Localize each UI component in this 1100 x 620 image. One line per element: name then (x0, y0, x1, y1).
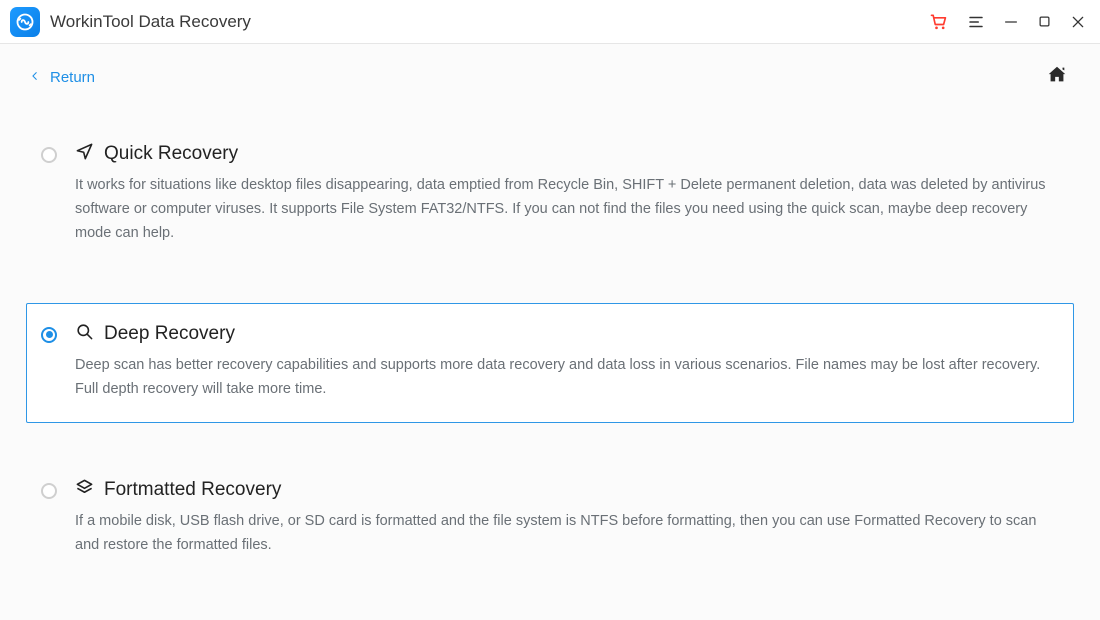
topnav: Return (26, 44, 1074, 113)
option-header: Quick Recovery (75, 142, 1053, 166)
return-label: Return (50, 69, 95, 86)
cart-icon[interactable] (929, 12, 949, 32)
app-title: WorkinTool Data Recovery (50, 12, 251, 32)
close-icon[interactable] (1070, 14, 1086, 30)
option-body: Quick Recovery It works for situations l… (75, 142, 1053, 246)
titlebar: WorkinTool Data Recovery (0, 0, 1100, 44)
option-deep-recovery[interactable]: Deep Recovery Deep scan has better recov… (26, 303, 1074, 423)
option-header: Deep Recovery (75, 322, 1053, 346)
titlebar-left: WorkinTool Data Recovery (10, 7, 251, 37)
option-body: Fortmatted Recovery If a mobile disk, US… (75, 478, 1053, 558)
option-header: Fortmatted Recovery (75, 478, 1053, 502)
radio-deep[interactable] (41, 327, 57, 343)
minimize-icon[interactable] (1003, 14, 1019, 30)
return-button[interactable]: Return (30, 69, 95, 87)
app-logo-icon (10, 7, 40, 37)
titlebar-right (929, 12, 1086, 32)
layers-icon (75, 478, 94, 502)
option-desc: It works for situations like desktop fil… (75, 174, 1053, 246)
option-formatted-recovery[interactable]: Fortmatted Recovery If a mobile disk, US… (26, 459, 1074, 579)
location-arrow-icon (75, 142, 94, 166)
option-title: Quick Recovery (104, 143, 238, 165)
radio-formatted[interactable] (41, 483, 57, 499)
content-area: Return Quick Recovery It works for situa… (0, 44, 1100, 620)
option-body: Deep Recovery Deep scan has better recov… (75, 322, 1053, 402)
menu-icon[interactable] (967, 13, 985, 31)
option-title: Fortmatted Recovery (104, 479, 281, 501)
option-desc: Deep scan has better recovery capabiliti… (75, 354, 1053, 402)
option-desc: If a mobile disk, USB flash drive, or SD… (75, 510, 1053, 558)
radio-quick[interactable] (41, 147, 57, 163)
maximize-icon[interactable] (1037, 14, 1052, 29)
magnifier-icon (75, 322, 94, 346)
option-quick-recovery[interactable]: Quick Recovery It works for situations l… (26, 123, 1074, 267)
option-title: Deep Recovery (104, 323, 235, 345)
home-icon[interactable] (1046, 64, 1068, 91)
chevron-left-icon (30, 69, 40, 87)
